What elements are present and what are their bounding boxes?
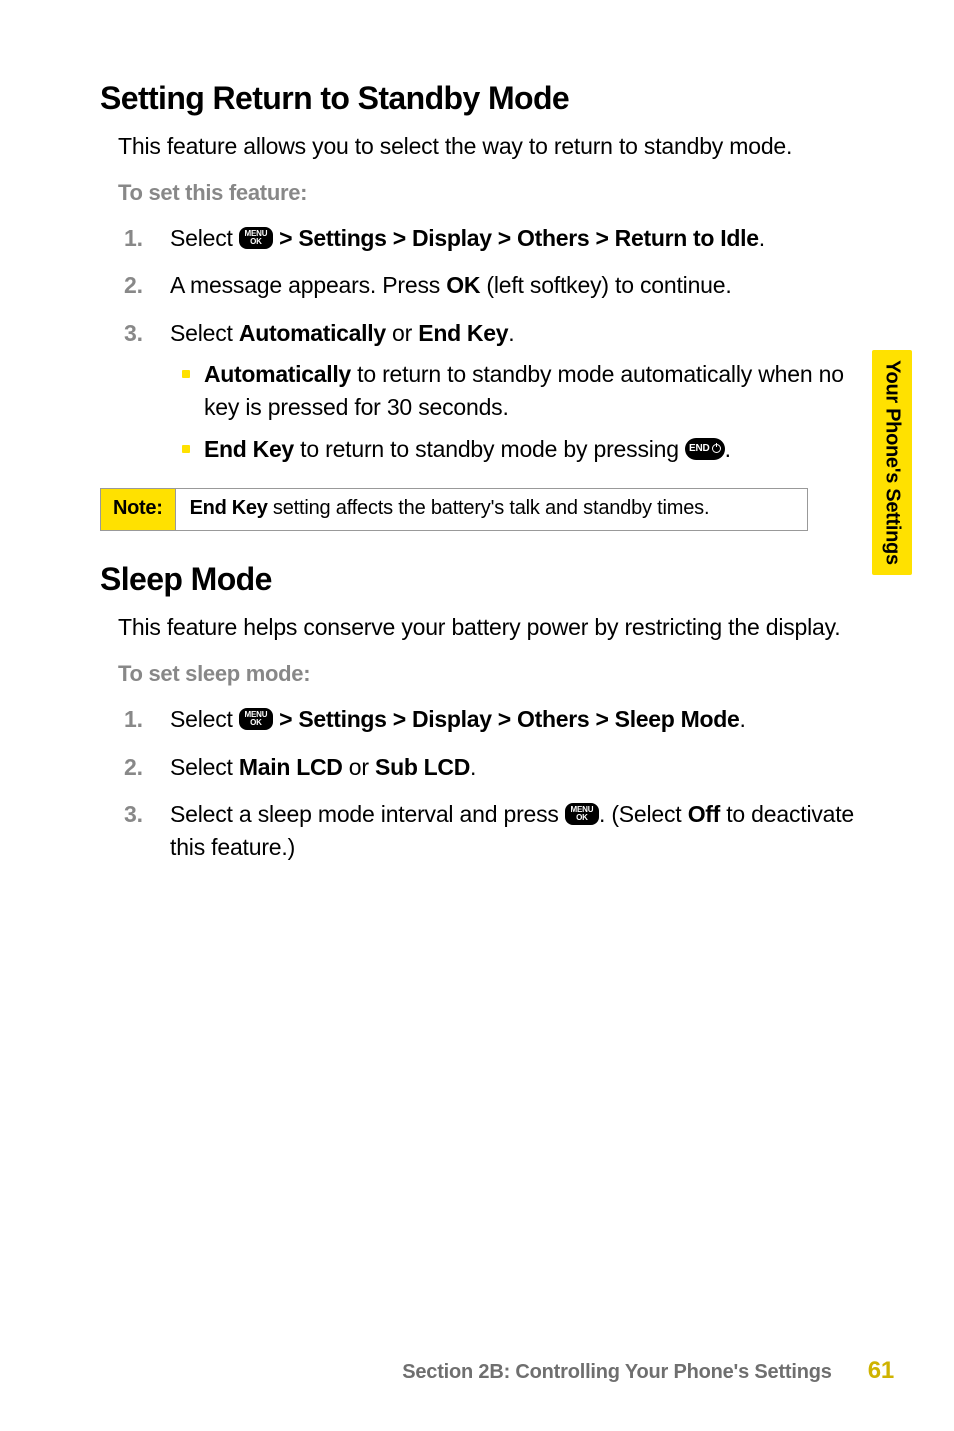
- footer-title: Section 2B: Controlling Your Phone's Set…: [402, 1361, 832, 1384]
- menu-ok-icon: MENUOK: [239, 227, 273, 249]
- heading-return-to-standby: Setting Return to Standby Mode: [100, 80, 874, 117]
- note-text: End Key setting affects the battery's ta…: [176, 489, 724, 530]
- bullet-automatically: Automatically to return to standby mode …: [170, 358, 856, 425]
- sleep-step-2-sub: Sub LCD: [375, 754, 470, 780]
- sleep-step-3: Select a sleep mode interval and press M…: [118, 798, 856, 865]
- step-3-endkey: End Key: [418, 320, 508, 346]
- sleep-step-2: Select Main LCD or Sub LCD.: [118, 751, 856, 784]
- period: .: [739, 706, 745, 732]
- note-box: Note: End Key setting affects the batter…: [100, 488, 808, 531]
- step-3-or: or: [392, 320, 418, 346]
- period: .: [759, 225, 765, 251]
- bullet-2-text: to return to standby mode by pressing: [300, 436, 685, 462]
- sleep-step-1-text-a: Select: [170, 706, 239, 732]
- steps-return-to-standby: Select MENUOK > Settings > Display > Oth…: [118, 222, 856, 466]
- end-key-icon: END: [685, 438, 725, 460]
- step-3: Select Automatically or End Key. Automat…: [118, 317, 856, 466]
- footer-page-number: 61: [868, 1357, 894, 1385]
- step-1-path: > Settings > Display > Others > Return t…: [279, 225, 759, 251]
- intro-sleep-mode: This feature helps conserve your battery…: [118, 612, 856, 643]
- page: Your Phone's Settings Setting Return to …: [0, 0, 954, 1431]
- note-label: Note:: [101, 489, 176, 530]
- side-tab: Your Phone's Settings: [872, 350, 912, 575]
- sleep-step-2-main: Main LCD: [239, 754, 343, 780]
- sleep-step-3-text-b: . (Select: [599, 801, 688, 827]
- step-3-auto: Automatically: [239, 320, 386, 346]
- step-2-ok: OK: [446, 272, 480, 298]
- side-tab-label: Your Phone's Settings: [881, 360, 904, 565]
- note-rest: setting affects the battery's talk and s…: [273, 497, 709, 519]
- step-2-text-b: (left softkey) to continue.: [486, 272, 731, 298]
- page-footer: Section 2B: Controlling Your Phone's Set…: [100, 1357, 894, 1385]
- period: .: [470, 754, 476, 780]
- intro-return-to-standby: This feature allows you to select the wa…: [118, 131, 856, 162]
- sleep-step-1-path: > Settings > Display > Others > Sleep Mo…: [279, 706, 739, 732]
- note-endkey: End Key: [190, 497, 268, 519]
- period: .: [508, 320, 514, 346]
- sleep-step-2-text-a: Select: [170, 754, 239, 780]
- subhead-sleep-mode: To set sleep mode:: [118, 661, 856, 687]
- sleep-step-3-text-a: Select a sleep mode interval and press: [170, 801, 565, 827]
- bullet-end-key: End Key to return to standby mode by pre…: [170, 433, 856, 466]
- heading-sleep-mode: Sleep Mode: [100, 561, 874, 598]
- menu-ok-icon: MENUOK: [239, 708, 273, 730]
- steps-sleep-mode: Select MENUOK > Settings > Display > Oth…: [118, 703, 856, 864]
- step-2-text-a: A message appears. Press: [170, 272, 446, 298]
- sleep-step-3-off: Off: [688, 801, 720, 827]
- sleep-step-2-or: or: [349, 754, 375, 780]
- subhead-set-feature: To set this feature:: [118, 180, 856, 206]
- menu-ok-icon: MENUOK: [565, 803, 599, 825]
- step-3-sublist: Automatically to return to standby mode …: [170, 358, 856, 466]
- bullet-1-label: Automatically: [204, 361, 351, 387]
- period: .: [725, 436, 731, 462]
- bullet-2-label: End Key: [204, 436, 294, 462]
- step-1: Select MENUOK > Settings > Display > Oth…: [118, 222, 856, 255]
- step-2: A message appears. Press OK (left softke…: [118, 269, 856, 302]
- step-1-text-a: Select: [170, 225, 239, 251]
- step-3-text-a: Select: [170, 320, 239, 346]
- sleep-step-1: Select MENUOK > Settings > Display > Oth…: [118, 703, 856, 736]
